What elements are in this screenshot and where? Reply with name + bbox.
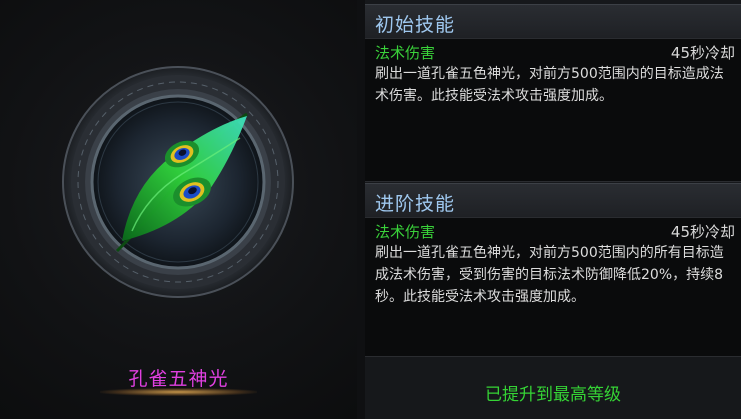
initial-skill-header-label: 初始技能 (375, 14, 456, 36)
initial-skill-damage-type: 法术伤害 (375, 44, 436, 62)
advanced-skill-description: 刷出一道孔雀五色神光，对前方500范围内的所有目标造成法术伤害，受到伤害的目标法… (375, 245, 724, 305)
advanced-skill-body: 法术伤害 45秒冷却 刷出一道孔雀五色神光，对前方500范围内的所有目标造成法术… (365, 217, 741, 357)
initial-skill-body: 法术伤害 45秒冷却 刷出一道孔雀五色神光，对前方500范围内的目标造成法术伤害… (365, 38, 741, 182)
advanced-skill-header-label: 进阶技能 (375, 193, 456, 215)
initial-skill-cooldown: 45秒冷却 (670, 44, 735, 62)
skill-name: 孔雀五神光 (128, 368, 229, 390)
skill-icon-frame (62, 66, 294, 298)
advanced-skill-header: 进阶技能 (365, 183, 741, 219)
initial-skill-description: 刷出一道孔雀五色神光，对前方500范围内的目标造成法术伤害。此技能受法术攻击强度… (375, 66, 724, 104)
advanced-skill-cooldown: 45秒冷却 (670, 223, 735, 241)
initial-skill-header: 初始技能 (365, 4, 741, 40)
skill-name-glow (100, 388, 257, 396)
advanced-skill-damage-type: 法术伤害 (375, 223, 436, 241)
panel-divider (357, 0, 365, 419)
max-level-status: 已提升到最高等级 (485, 385, 621, 405)
